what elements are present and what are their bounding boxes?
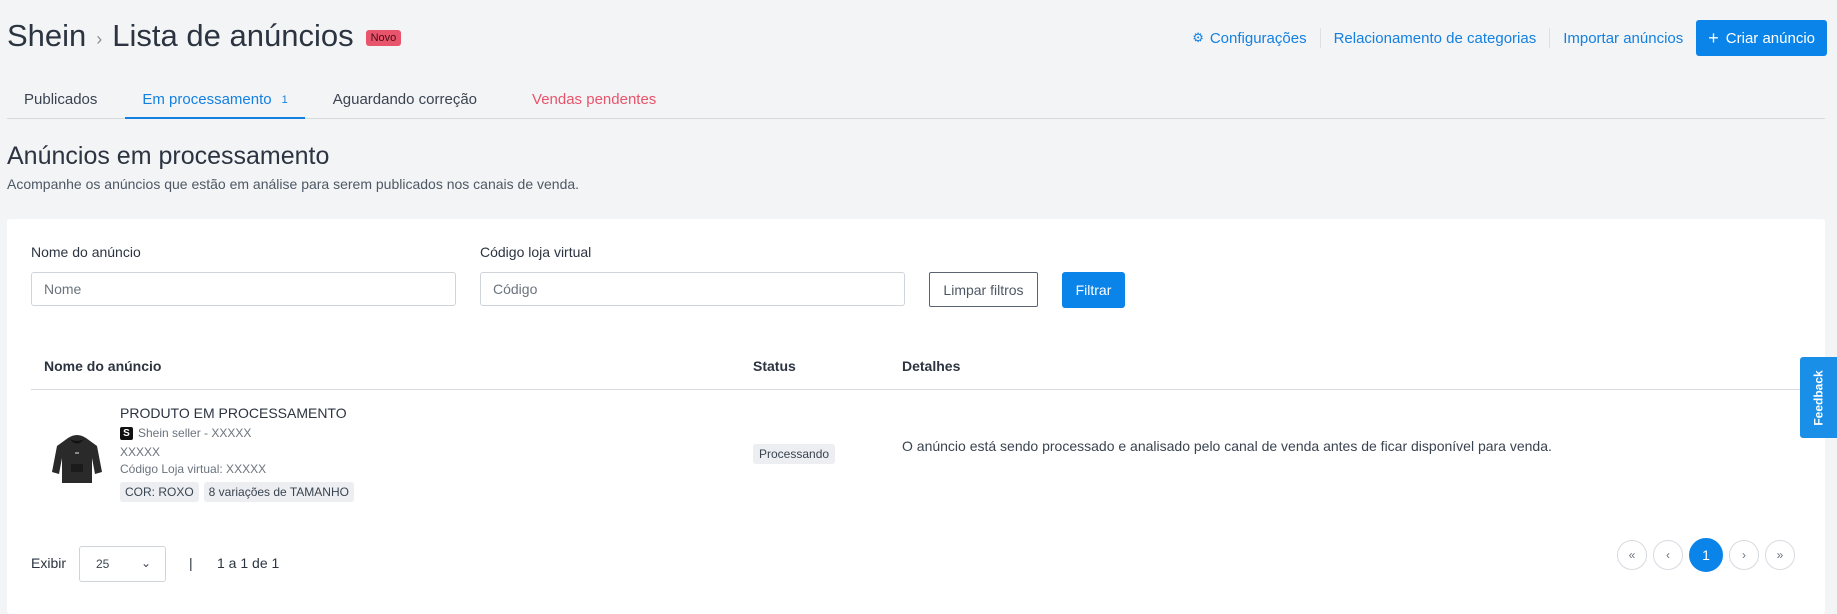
store-name[interactable]: Shein xyxy=(7,18,86,54)
store-code: Código Loja virtual: XXXXX xyxy=(120,462,267,476)
tab-pending-sales[interactable]: Vendas pendentes xyxy=(515,82,673,117)
status-tabs: Publicados Em processamento 1 Aguardando… xyxy=(7,82,1825,119)
tab-awaiting-correction[interactable]: Aguardando correção xyxy=(316,82,494,117)
product-thumbnail[interactable] xyxy=(47,428,107,488)
pagination-separator: | xyxy=(189,555,193,571)
name-filter-input[interactable] xyxy=(31,272,456,306)
column-header-details: Detalhes xyxy=(902,358,961,374)
code-filter-input[interactable] xyxy=(480,272,905,306)
row-details: O anúncio está sendo processado e analis… xyxy=(902,438,1552,454)
clear-filters-button[interactable]: Limpar filtros xyxy=(929,272,1038,307)
previous-page-button[interactable]: ‹ xyxy=(1653,540,1683,570)
next-page-button[interactable]: › xyxy=(1729,540,1759,570)
hoodie-image xyxy=(52,435,102,483)
import-listings-link[interactable]: Importar anúncios xyxy=(1549,28,1696,48)
page-title: Lista de anúncios xyxy=(112,18,354,53)
product-sku: XXXXX xyxy=(120,445,161,459)
code-filter-label: Código loja virtual xyxy=(480,244,592,260)
section-subtitle: Acompanhe os anúncios que estão em análi… xyxy=(7,176,580,192)
pagination: « ‹ 1 › » xyxy=(1611,538,1795,572)
page-header: Shein › Lista de anúncios Novo xyxy=(7,16,402,56)
settings-link[interactable]: ⚙ Configurações xyxy=(1179,28,1319,48)
chevron-down-icon: ⌄ xyxy=(140,556,151,570)
status-badge: Processando xyxy=(753,444,836,464)
page-size-label: Exibir xyxy=(31,555,67,571)
results-range: 1 a 1 de 1 xyxy=(217,555,280,571)
filter-button[interactable]: Filtrar xyxy=(1062,272,1125,308)
seller-info: S Shein seller - XXXXX xyxy=(120,426,251,440)
feedback-label: Feedback xyxy=(1811,369,1826,426)
section-title: Anúncios em processamento xyxy=(7,142,330,170)
tab-processing[interactable]: Em processamento 1 xyxy=(125,82,305,119)
first-page-button[interactable]: « xyxy=(1617,540,1647,570)
table-header-divider xyxy=(31,389,1825,390)
current-page-button[interactable]: 1 xyxy=(1689,538,1723,572)
create-listing-button[interactable]: + Criar anúncio xyxy=(1696,20,1827,56)
settings-label: Configurações xyxy=(1209,29,1307,47)
header-actions: ⚙ Configurações Relacionamento de catego… xyxy=(1179,20,1827,56)
tab-published[interactable]: Publicados xyxy=(7,82,114,117)
plus-icon: + xyxy=(1708,27,1719,48)
seller-name: Shein seller - XXXXX xyxy=(138,426,252,440)
category-mapping-link[interactable]: Relacionamento de categorias xyxy=(1319,28,1550,48)
column-header-name: Nome do anúncio xyxy=(44,358,162,374)
breadcrumb-separator: › xyxy=(96,28,103,49)
column-header-status: Status xyxy=(753,358,796,374)
feedback-tab[interactable]: Feedback xyxy=(1800,357,1837,438)
color-chip: COR: ROXO xyxy=(120,482,199,502)
listings-card: Nome do anúncio Código loja virtual Limp… xyxy=(7,219,1825,614)
variation-chips: COR: ROXO 8 variações de TAMANHO xyxy=(120,482,359,502)
new-badge: Novo xyxy=(365,30,402,46)
shein-logo-icon: S xyxy=(120,426,133,440)
last-page-button[interactable]: » xyxy=(1765,540,1795,570)
page-size-select[interactable]: 25 ⌄ xyxy=(79,546,166,582)
page-size-value: 25 xyxy=(96,557,110,571)
size-variations-chip: 8 variações de TAMANHO xyxy=(203,482,354,502)
name-filter-label: Nome do anúncio xyxy=(31,244,141,260)
gear-icon: ⚙ xyxy=(1192,30,1204,45)
create-listing-label: Criar anúncio xyxy=(1725,29,1815,47)
tab-processing-count: 1 xyxy=(281,93,288,106)
tab-processing-label: Em processamento xyxy=(142,91,272,108)
product-name[interactable]: PRODUTO EM PROCESSAMENTO xyxy=(120,405,347,421)
